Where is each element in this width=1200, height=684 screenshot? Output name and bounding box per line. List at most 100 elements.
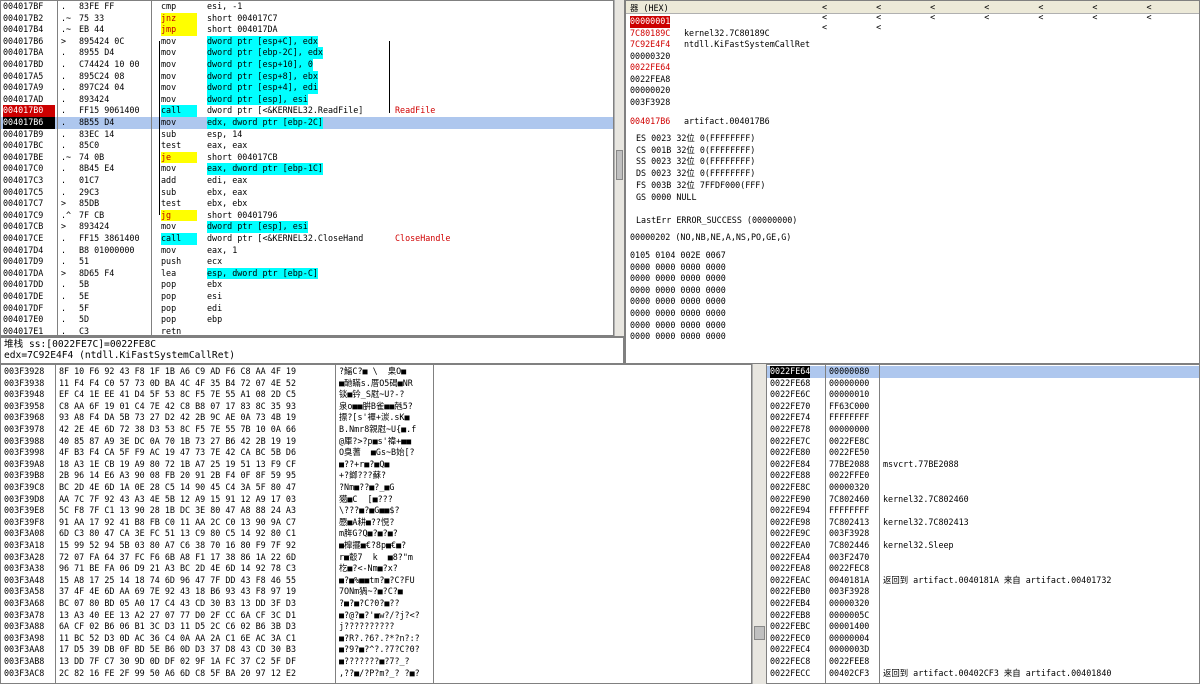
dump-row[interactable]: 003F3A88 6A CF 02 B6 06 B1 3C D3 11 D5 2C… — [1, 621, 751, 633]
dump-address[interactable]: 003F39F8 — [4, 517, 44, 529]
disasm-address[interactable]: 004017CB — [3, 221, 55, 233]
dump-address[interactable]: 003F3A88 — [4, 621, 44, 633]
dump-scrollbar[interactable] — [752, 364, 766, 684]
disasm-address[interactable]: 004017DA — [3, 268, 55, 280]
register-value[interactable]: 7C92E4F4 — [630, 39, 670, 51]
stack-row[interactable]: 0022FEC8 0022FEE8 — [767, 656, 1199, 668]
disasm-row[interactable]: 004017AD. 893424 mov dword ptr [esp], esi — [1, 93, 613, 106]
disasm-address[interactable]: 004017BD — [3, 59, 55, 71]
dump-address[interactable]: 003F3A68 — [4, 598, 44, 610]
disasm-row[interactable]: 004017DF. 5F pop edi — [1, 303, 613, 315]
stack-row[interactable]: 0022FEBC 00001400 — [767, 621, 1199, 633]
stack-row[interactable]: 0022FEB4 00000320 — [767, 598, 1199, 610]
dump-address[interactable]: 003F3968 — [4, 412, 44, 424]
disasm-row[interactable]: 004017BD. C74424 10 00 mov dword ptr [esp+1… — [1, 59, 613, 71]
stack-address[interactable]: 0022FE74 — [770, 412, 810, 424]
stack-row[interactable]: 0022FE64 00000080 — [767, 366, 1199, 378]
disasm-row[interactable]: 004017D9. 51 push ecx — [1, 256, 613, 268]
disasm-row[interactable]: 004017BC. 85C0 test eax, eax — [1, 140, 613, 152]
stack-row[interactable]: 0022FE74 FFFFFFFF — [767, 412, 1199, 424]
dump-address[interactable]: 003F3A98 — [4, 633, 44, 645]
dump-address[interactable]: 003F3AC8 — [4, 668, 44, 680]
disasm-address[interactable]: 004017DE — [3, 291, 55, 303]
disasm-row[interactable]: 004017C0. 8B45 E4 mov eax, dword ptr [ebp-1… — [1, 163, 613, 175]
disasm-address[interactable]: 004017C3 — [3, 175, 55, 187]
dump-row[interactable]: 003F3A18 15 99 52 94 5B 03 80 A7 C6 38 70… — [1, 540, 751, 552]
stack-address[interactable]: 0022FEA8 — [770, 563, 810, 575]
disasm-address[interactable]: 004017BF — [3, 1, 55, 13]
dump-row[interactable]: 003F3AA8 17 D5 39 DB 0F BD 5E B6 0D D3 37… — [1, 644, 751, 656]
dump-address[interactable]: 003F3928 — [4, 366, 44, 378]
disasm-address[interactable]: 004017E0 — [3, 314, 55, 326]
dump-address[interactable]: 003F3A28 — [4, 552, 44, 564]
disasm-address[interactable]: 004017BE — [3, 152, 55, 164]
disasm-address[interactable]: 004017D4 — [3, 245, 55, 257]
stack-address[interactable]: 0022FE78 — [770, 424, 810, 436]
stack-address[interactable]: 0022FE70 — [770, 401, 810, 413]
disasm-address[interactable]: 004017B2 — [3, 13, 55, 25]
stack-address[interactable]: 0022FE64 — [770, 366, 811, 378]
disasm-address[interactable]: 004017A9 — [3, 82, 55, 94]
stack-address[interactable]: 0022FEB0 — [770, 586, 810, 598]
register-value[interactable]: 00000001 — [630, 16, 671, 28]
dump-row[interactable]: 003F3928 8F 10 F6 92 43 F8 1F 1B A6 C9 AD… — [1, 366, 751, 378]
dump-address[interactable]: 003F39C8 — [4, 482, 44, 494]
disasm-address[interactable]: 004017B6 — [3, 36, 55, 48]
stack-row[interactable]: 0022FEA8 0022FEC8 — [767, 563, 1199, 575]
stack-address[interactable]: 0022FE80 — [770, 447, 810, 459]
stack-address[interactable]: 0022FEB4 — [770, 598, 810, 610]
disasm-row[interactable]: 004017CE. FF15 3861400 call dword ptr [<&KE… — [1, 233, 613, 245]
dump-row[interactable]: 003F3AB8 13 DD 7F C7 30 9D 0D DF 02 9F 1A… — [1, 656, 751, 668]
dump-address[interactable]: 003F3A08 — [4, 528, 44, 540]
stack-address[interactable]: 0022FEC8 — [770, 656, 810, 668]
dump-address[interactable]: 003F3998 — [4, 447, 44, 459]
stack-row[interactable]: 0022FE84 77BE2088 msvcrt.77BE2088 — [767, 459, 1199, 471]
dump-address[interactable]: 003F3938 — [4, 378, 44, 390]
stack-address[interactable]: 0022FEC0 — [770, 633, 810, 645]
dump-address[interactable]: 003F3948 — [4, 389, 44, 401]
stack-address[interactable]: 0022FE88 — [770, 470, 810, 482]
dump-address[interactable]: 003F3A78 — [4, 610, 44, 622]
stack-row[interactable]: 0022FEA0 7C802446 kernel32.Sleep — [767, 540, 1199, 552]
dump-address[interactable]: 003F39A8 — [4, 459, 44, 471]
disasm-row[interactable]: 004017C3. 01C7 add edi, eax — [1, 175, 613, 187]
disasm-row[interactable]: 004017BF. 83FE FF cmp esi, -1 — [1, 1, 613, 13]
stack-row[interactable]: 0022FEB8 0000005C — [767, 610, 1199, 622]
disasm-row[interactable]: 004017B4 .~ EB 44 jmp short 004017DA — [1, 24, 613, 36]
dump-row[interactable]: 003F3A38 96 71 BE FA 06 D9 21 A3 BC 2D 4E… — [1, 563, 751, 575]
stack-row[interactable]: 0022FE9C 003F3928 — [767, 528, 1199, 540]
dump-address[interactable]: 003F39D8 — [4, 494, 44, 506]
register-value[interactable]: 00000020 — [630, 85, 670, 97]
disasm-row[interactable]: 004017CB >893424 mov dword ptr [esp], esi — [1, 221, 613, 233]
stack-row[interactable]: 0022FEC4 0000003D — [767, 644, 1199, 656]
dump-address[interactable]: 003F3958 — [4, 401, 44, 413]
dump-row[interactable]: 003F3A78 13 A3 40 EE 13 A2 27 07 77 D0 2F… — [1, 610, 751, 622]
dump-row[interactable]: 003F39F8 91 AA 17 92 41 B8 FB C0 11 AA 2C… — [1, 517, 751, 529]
stack-pane[interactable]: 0022FE64 00000080 0022FE68 00000000 0022FE6C… — [766, 364, 1200, 684]
disasm-row[interactable]: 004017D4. B8 01000000 mov eax, 1 — [1, 245, 613, 257]
disasm-row[interactable]: 004017DA >8D65 F4 lea esp, dword ptr [ebp-C… — [1, 267, 613, 280]
disasm-address[interactable]: 004017DF — [3, 303, 55, 315]
disasm-row[interactable]: 004017C5. 29C3 sub ebx, eax — [1, 187, 613, 199]
disasm-address[interactable]: 004017BC — [3, 140, 55, 152]
memory-dump-pane[interactable]: 003F3928 8F 10 F6 92 43 F8 1F 1B A6 C9 AD… — [0, 364, 752, 684]
dump-address[interactable]: 003F3A48 — [4, 575, 44, 587]
disasm-row[interactable]: 004017C9 .^ 7F CB jg short 00401796 — [1, 209, 613, 222]
disasm-row[interactable]: 004017B2 .~ 75 33 jnz short 004017C7 — [1, 12, 613, 25]
stack-address[interactable]: 0022FE9C — [770, 528, 810, 540]
dump-row[interactable]: 003F3A98 11 BC 52 D3 0D AC 36 C4 0A AA 2A… — [1, 633, 751, 645]
stack-address[interactable]: 0022FEBC — [770, 621, 810, 633]
disasm-address[interactable]: 004017CE — [3, 233, 55, 245]
stack-address[interactable]: 0022FEAC — [770, 575, 810, 587]
stack-row[interactable]: 0022FE98 7C802413 kernel32.7C802413 — [767, 517, 1199, 529]
dump-row[interactable]: 003F3A58 37 4F 4E 6D AA 69 7E 92 43 18 B6… — [1, 586, 751, 598]
register-scroll-arrows[interactable]: < < < < < < < < < < < < < < < < — [822, 2, 1199, 32]
stack-row[interactable]: 0022FE8C 00000320 — [767, 482, 1199, 494]
stack-address[interactable]: 0022FEA4 — [770, 552, 810, 564]
disasm-row[interactable]: 004017BE .~ 74 0B je short 004017CB — [1, 151, 613, 164]
disasm-row[interactable]: 004017A5. 895C24 08 mov dword ptr [esp+8], … — [1, 70, 613, 83]
stack-address[interactable]: 0022FE94 — [770, 505, 810, 517]
dump-address[interactable]: 003F3A18 — [4, 540, 44, 552]
stack-address[interactable]: 0022FEA0 — [770, 540, 810, 552]
dump-row[interactable]: 003F3A68 BC 07 80 BD 05 A0 17 C4 43 CD 30… — [1, 598, 751, 610]
